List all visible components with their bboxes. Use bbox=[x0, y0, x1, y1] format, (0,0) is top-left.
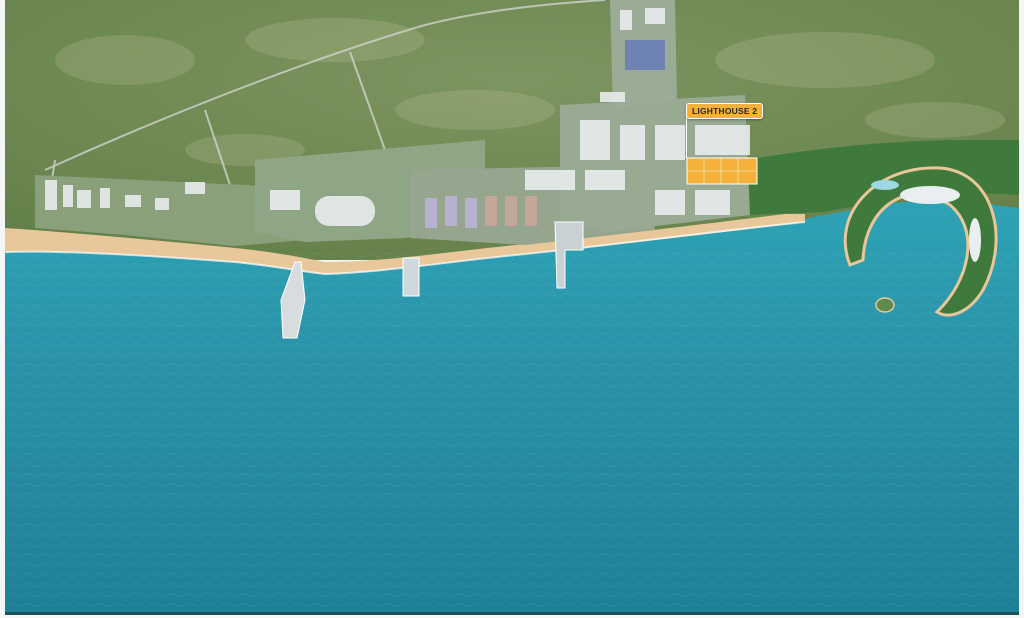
pier-central bbox=[402, 257, 420, 297]
map-frame: LIGHTHOUSE 2 bbox=[0, 0, 1024, 618]
bottom-border bbox=[5, 612, 1019, 615]
map-canvas bbox=[5, 0, 1019, 614]
wave-texture bbox=[5, 250, 1019, 614]
callout-pointer bbox=[686, 118, 687, 158]
island-villa-building bbox=[969, 218, 981, 262]
lagoon bbox=[871, 180, 899, 190]
masterplan-map bbox=[5, 0, 1019, 614]
island-resort-building bbox=[900, 186, 960, 204]
small-islet bbox=[875, 297, 895, 313]
lighthouse-2-label[interactable]: LIGHTHOUSE 2 bbox=[686, 103, 764, 119]
